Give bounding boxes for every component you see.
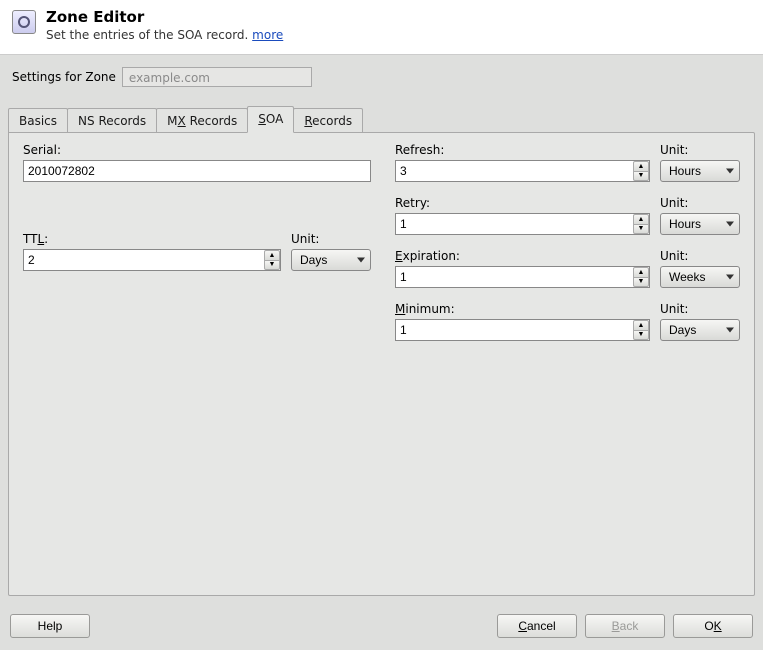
page-subtitle: Set the entries of the SOA record. more (46, 28, 283, 42)
help-button[interactable]: Help (10, 614, 90, 638)
tab-mx-records[interactable]: MX Records (156, 108, 248, 133)
serial-input[interactable] (23, 160, 371, 182)
tab-basics[interactable]: Basics (8, 108, 68, 133)
serial-field: Serial: (23, 143, 371, 182)
minimum-unit-label: Unit: (660, 302, 740, 316)
expiration-spin-up[interactable]: ▲ (633, 267, 649, 277)
ok-button[interactable]: OK (673, 614, 753, 638)
minimum-spin-down[interactable]: ▼ (633, 330, 649, 341)
retry-unit-select[interactable]: Hours (660, 213, 740, 235)
retry-row: Retry: ▲ ▼ Unit: Hours (395, 196, 740, 235)
refresh-label: Refresh: (395, 143, 650, 157)
expiration-label: Expiration: (395, 249, 650, 263)
expiration-row: Expiration: ▲ ▼ Unit: Weeks (395, 249, 740, 288)
ttl-input[interactable] (23, 249, 281, 271)
refresh-spin-down[interactable]: ▼ (633, 171, 649, 182)
more-link[interactable]: more (252, 28, 283, 42)
expiration-unit-label: Unit: (660, 249, 740, 263)
refresh-spin-up[interactable]: ▲ (633, 161, 649, 171)
retry-unit-field: Unit: Hours (660, 196, 740, 235)
minimum-input[interactable] (395, 319, 650, 341)
tabs-container: Basics NS Records MX Records SOA Records… (0, 105, 763, 606)
refresh-unit-label: Unit: (660, 143, 740, 157)
ttl-field: TTL: ▲ ▼ (23, 232, 281, 271)
refresh-input[interactable] (395, 160, 650, 182)
minimum-spin-up[interactable]: ▲ (633, 320, 649, 330)
page-title: Zone Editor (46, 8, 283, 26)
back-button: Back (585, 614, 665, 638)
minimum-unit-field: Unit: Days (660, 302, 740, 341)
soa-panel: Serial: TTL: ▲ ▼ Unit: (8, 132, 755, 596)
expiration-field: Expiration: ▲ ▼ (395, 249, 650, 288)
retry-unit-label: Unit: (660, 196, 740, 210)
bind-zone-icon (12, 10, 36, 34)
retry-label: Retry: (395, 196, 650, 210)
minimum-field: Minimum: ▲ ▼ (395, 302, 650, 341)
header-text: Zone Editor Set the entries of the SOA r… (46, 8, 283, 42)
retry-spin-up[interactable]: ▲ (633, 214, 649, 224)
expiration-unit-field: Unit: Weeks (660, 249, 740, 288)
dialog-header: Zone Editor Set the entries of the SOA r… (0, 0, 763, 55)
right-column: Refresh: ▲ ▼ Unit: Hours (395, 143, 740, 581)
tab-bar: Basics NS Records MX Records SOA Records (8, 105, 755, 132)
retry-field: Retry: ▲ ▼ (395, 196, 650, 235)
minimum-row: Minimum: ▲ ▼ Unit: Days (395, 302, 740, 341)
settings-for-zone-label: Settings for Zone (12, 70, 116, 84)
ttl-row: TTL: ▲ ▼ Unit: Days (23, 232, 371, 271)
tab-records[interactable]: Records (293, 108, 363, 133)
ttl-unit-label: Unit: (291, 232, 371, 246)
cancel-button[interactable]: Cancel (497, 614, 577, 638)
retry-input[interactable] (395, 213, 650, 235)
expiration-input[interactable] (395, 266, 650, 288)
minimum-label: Minimum: (395, 302, 650, 316)
tab-soa[interactable]: SOA (247, 106, 294, 133)
minimum-unit-select[interactable]: Days (660, 319, 740, 341)
settings-for-zone-row: Settings for Zone example.com (0, 55, 763, 105)
expiration-unit-select[interactable]: Weeks (660, 266, 740, 288)
ttl-spin-up[interactable]: ▲ (264, 250, 280, 260)
refresh-field: Refresh: ▲ ▼ (395, 143, 650, 182)
refresh-unit-select[interactable]: Hours (660, 160, 740, 182)
refresh-row: Refresh: ▲ ▼ Unit: Hours (395, 143, 740, 182)
ttl-unit-field: Unit: Days (291, 232, 371, 271)
serial-label: Serial: (23, 143, 371, 157)
tab-ns-records[interactable]: NS Records (67, 108, 157, 133)
ttl-unit-select[interactable]: Days (291, 249, 371, 271)
ttl-label: TTL: (23, 232, 281, 246)
ttl-spin-down[interactable]: ▼ (264, 260, 280, 271)
refresh-unit-field: Unit: Hours (660, 143, 740, 182)
retry-spin-down[interactable]: ▼ (633, 224, 649, 235)
expiration-spin-down[interactable]: ▼ (633, 277, 649, 288)
left-column: Serial: TTL: ▲ ▼ Unit: (23, 143, 371, 581)
zone-name-field: example.com (122, 67, 312, 87)
button-bar: Help Cancel Back OK (0, 606, 763, 650)
